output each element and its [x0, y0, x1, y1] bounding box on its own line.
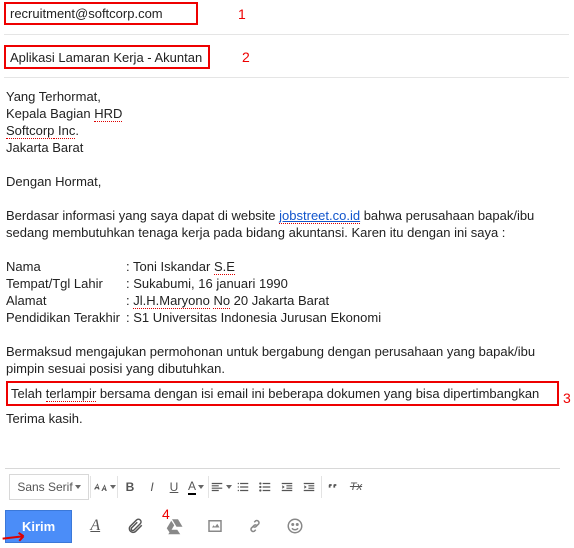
- photo-icon: [206, 517, 224, 535]
- paperclip-icon: [126, 517, 144, 535]
- name-value-a: Toni Iskandar: [133, 259, 214, 274]
- insert-link-button[interactable]: [238, 509, 272, 543]
- attach-button[interactable]: [118, 509, 152, 543]
- birth-label: Tempat/Tgl Lahir: [6, 275, 126, 292]
- chevron-down-icon: [198, 485, 204, 489]
- text-color-label: A: [188, 479, 196, 495]
- jobstreet-link[interactable]: jobstreet.co.id: [279, 208, 360, 224]
- para2: Bermaksud mengajukan permohonan untuk be…: [6, 344, 535, 376]
- annotation-3: 3: [563, 390, 571, 406]
- name-value-b: S.E: [214, 259, 235, 275]
- insert-photo-button[interactable]: [198, 509, 232, 543]
- clear-format-button[interactable]: Tx: [345, 475, 367, 499]
- font-size-button[interactable]: [92, 475, 116, 499]
- salutation-line2a: Kepala Bagian: [6, 106, 94, 121]
- edu-value: S1 Universitas Indonesia Jurusan Ekonomi: [133, 310, 381, 325]
- quote-button[interactable]: [323, 475, 345, 499]
- greeting: Dengan Hormat,: [6, 174, 101, 189]
- salutation-line1: Yang Terhormat,: [6, 89, 101, 104]
- outdent-button[interactable]: [276, 475, 298, 499]
- field-divider: [4, 34, 569, 35]
- ordered-list-icon: [236, 480, 250, 494]
- send-label: Kirim: [22, 519, 55, 534]
- edu-label: Pendidikan Terakhir: [6, 309, 126, 326]
- ordered-list-button[interactable]: [232, 475, 254, 499]
- chevron-down-icon: [110, 485, 116, 489]
- format-toggle-button[interactable]: A: [78, 509, 112, 543]
- bullet-list-button[interactable]: [254, 475, 276, 499]
- quote-icon: [327, 480, 341, 494]
- bold-button[interactable]: B: [119, 475, 141, 499]
- link-icon: [246, 517, 264, 535]
- para1-a: Berdasar informasi yang saya dapat di we…: [6, 208, 279, 223]
- chevron-down-icon: [75, 485, 81, 489]
- send-row: Kirim A: [5, 508, 560, 544]
- font-family-select[interactable]: Sans Serif: [9, 474, 89, 500]
- italic-button[interactable]: I: [141, 475, 163, 499]
- format-toolbar: Sans Serif B I U A Tx: [5, 468, 560, 504]
- italic-label: I: [150, 480, 153, 494]
- recipient-text: recruitment@softcorp.com: [10, 6, 163, 21]
- addr-value-d: 20 Jakarta Barat: [230, 293, 329, 308]
- hrd-text: HRD: [94, 106, 122, 122]
- addr-value-c: No: [213, 293, 230, 309]
- underline-label: U: [170, 480, 179, 494]
- indent-icon: [302, 480, 316, 494]
- para3-b: terlampir: [46, 386, 97, 402]
- subject-field[interactable]: Aplikasi Lamaran Kerja - Akuntan: [4, 45, 210, 69]
- format-toggle-label: A: [90, 517, 100, 535]
- subject-text: Aplikasi Lamaran Kerja - Akuntan: [10, 50, 202, 65]
- insert-emoji-button[interactable]: [278, 509, 312, 543]
- field-divider-2: [4, 77, 569, 78]
- city: Jakarta Barat: [6, 140, 83, 155]
- align-button[interactable]: [210, 475, 232, 499]
- para3-a: Telah: [11, 386, 46, 401]
- bold-label: B: [126, 480, 135, 494]
- clear-format-label: Tx: [350, 481, 362, 493]
- text-color-button[interactable]: A: [185, 475, 207, 499]
- indent-button[interactable]: [298, 475, 320, 499]
- font-family-label: Sans Serif: [17, 480, 72, 494]
- annotation-2: 2: [242, 49, 250, 65]
- closing: Terima kasih.: [6, 411, 83, 426]
- align-left-icon: [210, 480, 224, 494]
- company-a: Softcorp: [6, 123, 54, 139]
- font-size-icon: [92, 479, 108, 495]
- addr-value-a: Jl.H.Maryono: [133, 293, 210, 309]
- attachment-note-box: Telah terlampir bersama dengan isi email…: [6, 381, 559, 406]
- annotation-1: 1: [238, 6, 246, 22]
- recipient-field[interactable]: recruitment@softcorp.com: [4, 2, 198, 25]
- birth-value: Sukabumi, 16 januari 1990: [133, 276, 288, 291]
- annotation-4: 4: [162, 506, 170, 522]
- underline-button[interactable]: U: [163, 475, 185, 499]
- company-c: .: [75, 123, 79, 138]
- name-label: Nama: [6, 258, 126, 275]
- outdent-icon: [280, 480, 294, 494]
- company-b: Inc: [54, 123, 75, 139]
- para3-c: bersama dengan isi email ini beberapa do…: [96, 386, 539, 401]
- email-body[interactable]: Yang Terhormat, Kepala Bagian HRD Softco…: [6, 88, 566, 427]
- addr-label: Alamat: [6, 292, 126, 309]
- bullet-list-icon: [258, 480, 272, 494]
- emoji-icon: [286, 517, 304, 535]
